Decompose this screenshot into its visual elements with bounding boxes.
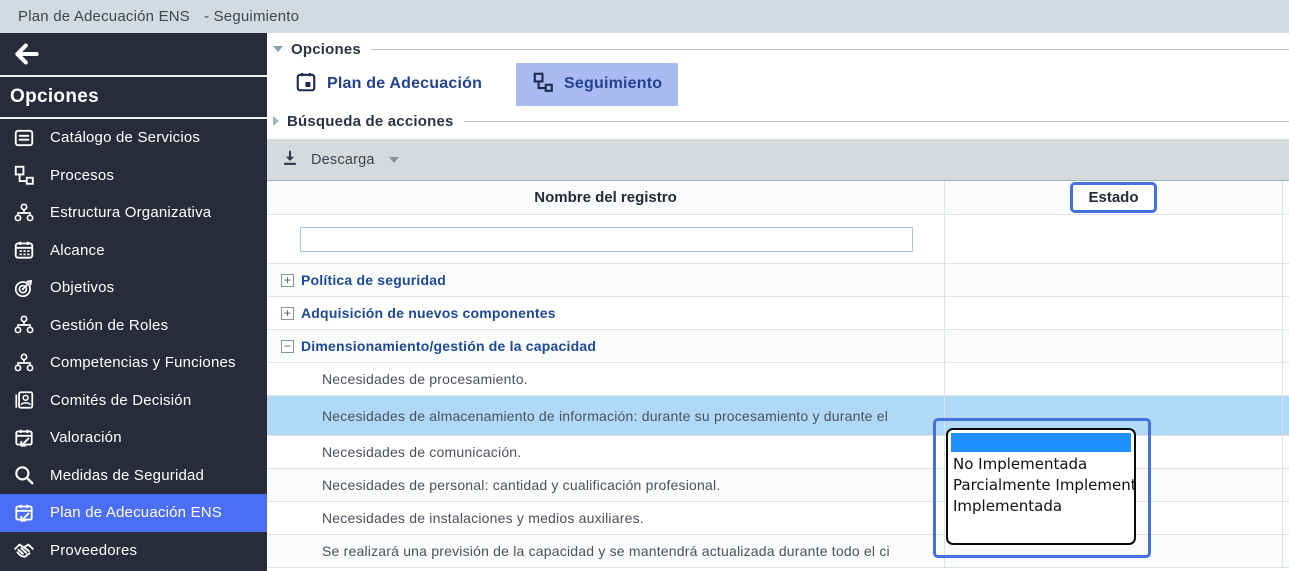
download-icon [281, 149, 299, 171]
row-label: Se realizará una previsión de la capacid… [322, 543, 890, 559]
row-label: Necesidades de procesamiento. [322, 371, 528, 387]
collapse-toggle[interactable]: − [281, 340, 294, 353]
column-header-estado[interactable]: Estado [944, 181, 1283, 214]
sidebar-header: Opciones [0, 77, 267, 119]
sidebar: Opciones Catálogo de Servicios Procesos … [0, 33, 267, 571]
org-chart-icon [12, 201, 36, 225]
row-label: Adquisición de nuevos componentes [301, 305, 556, 321]
row-label: Necesidades de instalaciones y medios au… [322, 510, 644, 526]
document-list-icon [12, 126, 36, 150]
estado-cell[interactable] [944, 330, 1283, 362]
search-icon [12, 463, 36, 487]
org-chart-icon [12, 313, 36, 337]
estado-filter-cell [944, 215, 1283, 263]
column-header-label: Nombre del registro [534, 189, 677, 206]
sidebar-item-valoracion[interactable]: Valoración [0, 419, 267, 457]
id-card-icon [12, 388, 36, 412]
expand-toggle[interactable]: + [281, 307, 294, 320]
section-rule [371, 49, 1289, 50]
expand-icon [273, 116, 279, 126]
sidebar-item-procesos[interactable]: Procesos [0, 157, 267, 195]
sidebar-item-label: Proveedores [50, 542, 137, 559]
sidebar-item-label: Medidas de Seguridad [50, 467, 204, 484]
collapse-icon [273, 46, 283, 52]
estado-dropdown-list: No Implementada Parcialmente Implementad… [946, 428, 1136, 545]
sidebar-item-label: Plan de Adecuación ENS [50, 504, 222, 521]
download-button[interactable]: Descarga [281, 149, 399, 171]
estado-cell[interactable] [944, 363, 1283, 395]
sidebar-item-competencias-y-funciones[interactable]: Competencias y Funciones [0, 344, 267, 382]
row-label: Dimensionamiento/gestión de la capacidad [301, 338, 596, 354]
estado-focus-box[interactable]: Estado [1070, 182, 1156, 213]
window-title-bar: Plan de Adecuación ENS - Seguimiento [0, 0, 1289, 33]
tab-label: Seguimiento [564, 75, 662, 93]
sidebar-item-plan-de-adecuacion-ens[interactable]: Plan de Adecuación ENS [0, 494, 267, 532]
org-chart-icon [12, 351, 36, 375]
header-spacer [1283, 181, 1289, 214]
sidebar-item-alcance[interactable]: Alcance [0, 232, 267, 270]
sitemap-icon [12, 163, 36, 187]
sidebar-item-label: Gestión de Roles [50, 317, 168, 334]
sidebar-item-proveedores[interactable]: Proveedores [0, 532, 267, 570]
sidebar-item-label: Objetivos [50, 279, 114, 296]
dropdown-option-parcialmente-implementada[interactable]: Parcialmente Implementada [951, 475, 1131, 496]
table-row-politica-de-seguridad[interactable]: + Política de seguridad [267, 264, 1289, 297]
column-header-nombre[interactable]: Nombre del registro [267, 181, 944, 214]
calendar-icon [12, 238, 36, 262]
estado-cell[interactable] [944, 264, 1283, 296]
tab-bar: Plan de Adecuación Seguimiento [279, 62, 1289, 106]
sidebar-item-label: Estructura Organizativa [50, 204, 211, 221]
calendar-export-icon [12, 426, 36, 450]
chevron-down-icon [389, 157, 399, 163]
arrow-left-icon [12, 42, 42, 66]
handshake-icon [12, 538, 36, 562]
filter-row [267, 215, 1289, 264]
download-label: Descarga [311, 152, 375, 168]
sidebar-item-label: Valoración [50, 429, 122, 446]
tab-label: Plan de Adecuación [327, 75, 482, 93]
section-title: Búsqueda de acciones [287, 113, 454, 130]
estado-cell[interactable] [944, 297, 1283, 329]
sidebar-item-label: Competencias y Funciones [50, 354, 236, 371]
section-header-opciones[interactable]: Opciones [267, 38, 1289, 60]
table-row-dimensionamiento[interactable]: − Dimensionamiento/gestión de la capacid… [267, 330, 1289, 363]
calendar-export-icon [12, 501, 36, 525]
name-filter-input[interactable] [300, 227, 913, 252]
sitemap-icon [532, 71, 554, 98]
section-title: Opciones [291, 41, 361, 58]
table-row-necesidades-procesamiento[interactable]: Necesidades de procesamiento. [267, 363, 1289, 396]
sidebar-item-label: Comités de Decisión [50, 392, 191, 409]
dropdown-option-implementada[interactable]: Implementada [951, 496, 1131, 517]
sidebar-item-label: Procesos [50, 167, 114, 184]
back-button[interactable] [0, 33, 267, 77]
section-header-busqueda-de-acciones[interactable]: Búsqueda de acciones [267, 110, 1289, 132]
sidebar-item-comites-de-decision[interactable]: Comités de Decisión [0, 382, 267, 420]
tab-seguimiento[interactable]: Seguimiento [516, 63, 678, 106]
sidebar-item-medidas-de-seguridad[interactable]: Medidas de Seguridad [0, 457, 267, 495]
dropdown-option-no-implementada[interactable]: No Implementada [951, 454, 1131, 475]
table-row-adquisicion[interactable]: + Adquisición de nuevos componentes [267, 297, 1289, 330]
section-rule [464, 121, 1289, 122]
sidebar-item-label: Catálogo de Servicios [50, 129, 200, 146]
row-label: Necesidades de almacenamiento de informa… [322, 408, 888, 424]
page-title: Plan de Adecuación ENS [18, 8, 190, 25]
target-icon [12, 276, 36, 300]
dropdown-option-empty-selected[interactable] [951, 433, 1131, 452]
sidebar-item-label: Alcance [50, 242, 105, 259]
sidebar-item-catalogo-de-servicios[interactable]: Catálogo de Servicios [0, 119, 267, 157]
row-label: Política de seguridad [301, 272, 446, 288]
row-label: Necesidades de comunicación. [322, 444, 521, 460]
expand-toggle[interactable]: + [281, 274, 294, 287]
table-header-row: Nombre del registro Estado [267, 181, 1289, 215]
row-label: Necesidades de personal: cantidad y cual… [322, 477, 720, 493]
sidebar-item-estructura-organizativa[interactable]: Estructura Organizativa [0, 194, 267, 232]
table-toolbar: Descarga [267, 139, 1289, 181]
sidebar-item-gestion-de-roles[interactable]: Gestión de Roles [0, 307, 267, 345]
sidebar-item-objetivos[interactable]: Objetivos [0, 269, 267, 307]
calendar-icon [295, 71, 317, 98]
page-subtitle: - Seguimiento [204, 8, 299, 25]
tab-plan-de-adecuacion[interactable]: Plan de Adecuación [279, 63, 498, 106]
